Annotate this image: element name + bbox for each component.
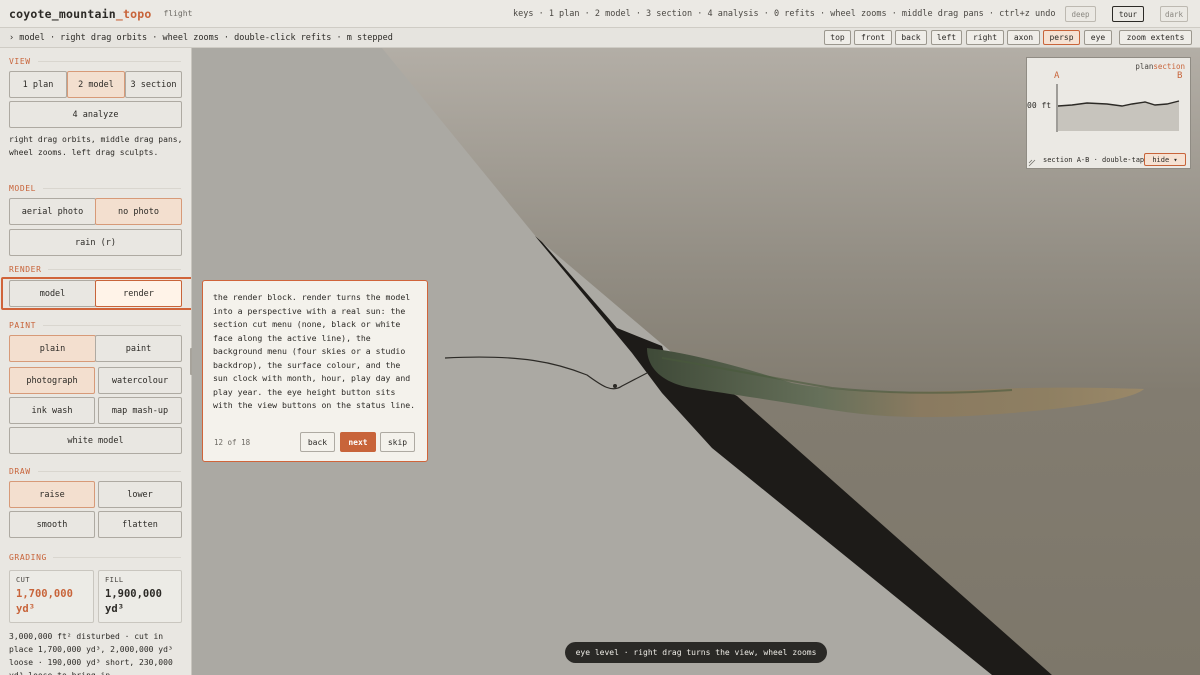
status-text: › model · right drag orbits · wheel zoom… [9, 33, 393, 43]
rain-button[interactable]: rain (r) [9, 229, 182, 256]
view-section-title: VIEW [9, 57, 31, 66]
draw-lower-button[interactable]: lower [98, 481, 182, 508]
tour-text: the render block. render turns the model… [213, 292, 416, 410]
tour-skip-button[interactable]: skip [380, 432, 415, 452]
section-line-node[interactable] [613, 384, 617, 388]
grading-section-title: GRADING [9, 553, 47, 562]
tour-step-counter: 12 of 18 [214, 438, 251, 447]
draw-smooth-button[interactable]: smooth [9, 511, 95, 538]
tour-popup: the render block. render turns the model… [202, 280, 428, 462]
cut-label: CUT [16, 576, 30, 584]
section-divider [38, 61, 181, 62]
section-divider [38, 471, 181, 472]
tour-next-button[interactable]: next [340, 432, 376, 452]
paint-plain-button[interactable]: plain [9, 335, 96, 362]
view-left-button[interactable]: left [931, 30, 962, 45]
eye-height-button[interactable]: eye [1084, 30, 1112, 45]
paint-photograph-button[interactable]: photograph [9, 367, 95, 394]
section-divider [43, 325, 181, 326]
dark-button[interactable]: dark [1160, 6, 1188, 22]
keyboard-shortcuts-hint: keys · 1 plan · 2 model · 3 section · 4 … [513, 9, 1056, 19]
eye-level-hint: eye level · right drag turns the view, w… [565, 642, 827, 663]
cut-unit: yd³ [16, 603, 35, 615]
view-back-button[interactable]: back [895, 30, 927, 45]
deep-button[interactable]: deep [1065, 6, 1096, 22]
view-analyze-button[interactable]: 4 analyze [9, 101, 182, 128]
view-top-button[interactable]: top [824, 30, 851, 45]
model-section-title: MODEL [9, 184, 37, 193]
paint-watercolour-button[interactable]: watercolour [98, 367, 182, 394]
aerial-photo-button[interactable]: aerial photo [9, 198, 96, 225]
section-divider [48, 269, 181, 270]
view-section-tab[interactable]: 3 section [125, 71, 182, 98]
render-section-title: RENDER [9, 265, 42, 274]
view-persp-button[interactable]: persp [1043, 30, 1080, 45]
render-button[interactable]: render [95, 280, 182, 307]
paint-paint-button[interactable]: paint [95, 335, 182, 362]
fill-unit: yd³ [105, 603, 124, 615]
section-divider [43, 188, 181, 189]
section-minimap[interactable]: plansection A B 00 ft section A-B · doub… [1026, 57, 1191, 169]
app-title: coyote_mountain_topo [9, 7, 151, 21]
cut-value-number: 1,700,000 [16, 588, 73, 600]
view-axon-button[interactable]: axon [1007, 30, 1040, 45]
no-photo-button[interactable]: no photo [95, 198, 182, 225]
draw-section-title: DRAW [9, 467, 31, 476]
fill-value-number: 1,900,000 [105, 588, 162, 600]
draw-raise-button[interactable]: raise [9, 481, 95, 508]
model-render-button[interactable]: model [9, 280, 96, 307]
fill-label: FILL [105, 576, 124, 584]
draw-flatten-button[interactable]: flatten [98, 511, 182, 538]
sidebar[interactable]: VIEW 1 plan 2 model 3 section 4 analyze … [0, 48, 192, 675]
minimap-footer: section A-B · double-tap [1043, 156, 1145, 164]
paint-white-model-button[interactable]: white model [9, 427, 182, 454]
paint-ink-wash-button[interactable]: ink wash [9, 397, 95, 424]
view-help-text: right drag orbits, middle drag pans, whe… [9, 135, 183, 157]
mode-tag: flight [163, 9, 193, 18]
zoom-extents-button[interactable]: zoom extents [1119, 30, 1192, 45]
tour-back-button[interactable]: back [300, 432, 335, 452]
paint-section-title: PAINT [9, 321, 37, 330]
view-plan-tab[interactable]: 1 plan [9, 71, 67, 98]
grading-summary: 3,000,000 ft² disturbed · cut in place 1… [9, 632, 173, 675]
cut-value: 1,700,000 yd³ [16, 587, 87, 617]
app-title-main: coyote_mountain [9, 6, 116, 21]
view-right-button[interactable]: right [966, 30, 1004, 45]
app-title-accent: _topo [115, 6, 152, 21]
fill-card: FILL 1,900,000 yd³ [98, 570, 182, 623]
paint-map-mashup-button[interactable]: map mash-up [98, 397, 182, 424]
view-model-tab[interactable]: 2 model [67, 71, 125, 98]
minimap-hide-button[interactable]: hide ▾ [1144, 153, 1186, 166]
view-front-button[interactable]: front [854, 30, 892, 45]
tour-button[interactable]: tour [1112, 6, 1144, 22]
fill-value: 1,900,000 yd³ [105, 587, 175, 617]
section-divider [53, 557, 181, 558]
cut-card: CUT 1,700,000 yd³ [9, 570, 94, 623]
